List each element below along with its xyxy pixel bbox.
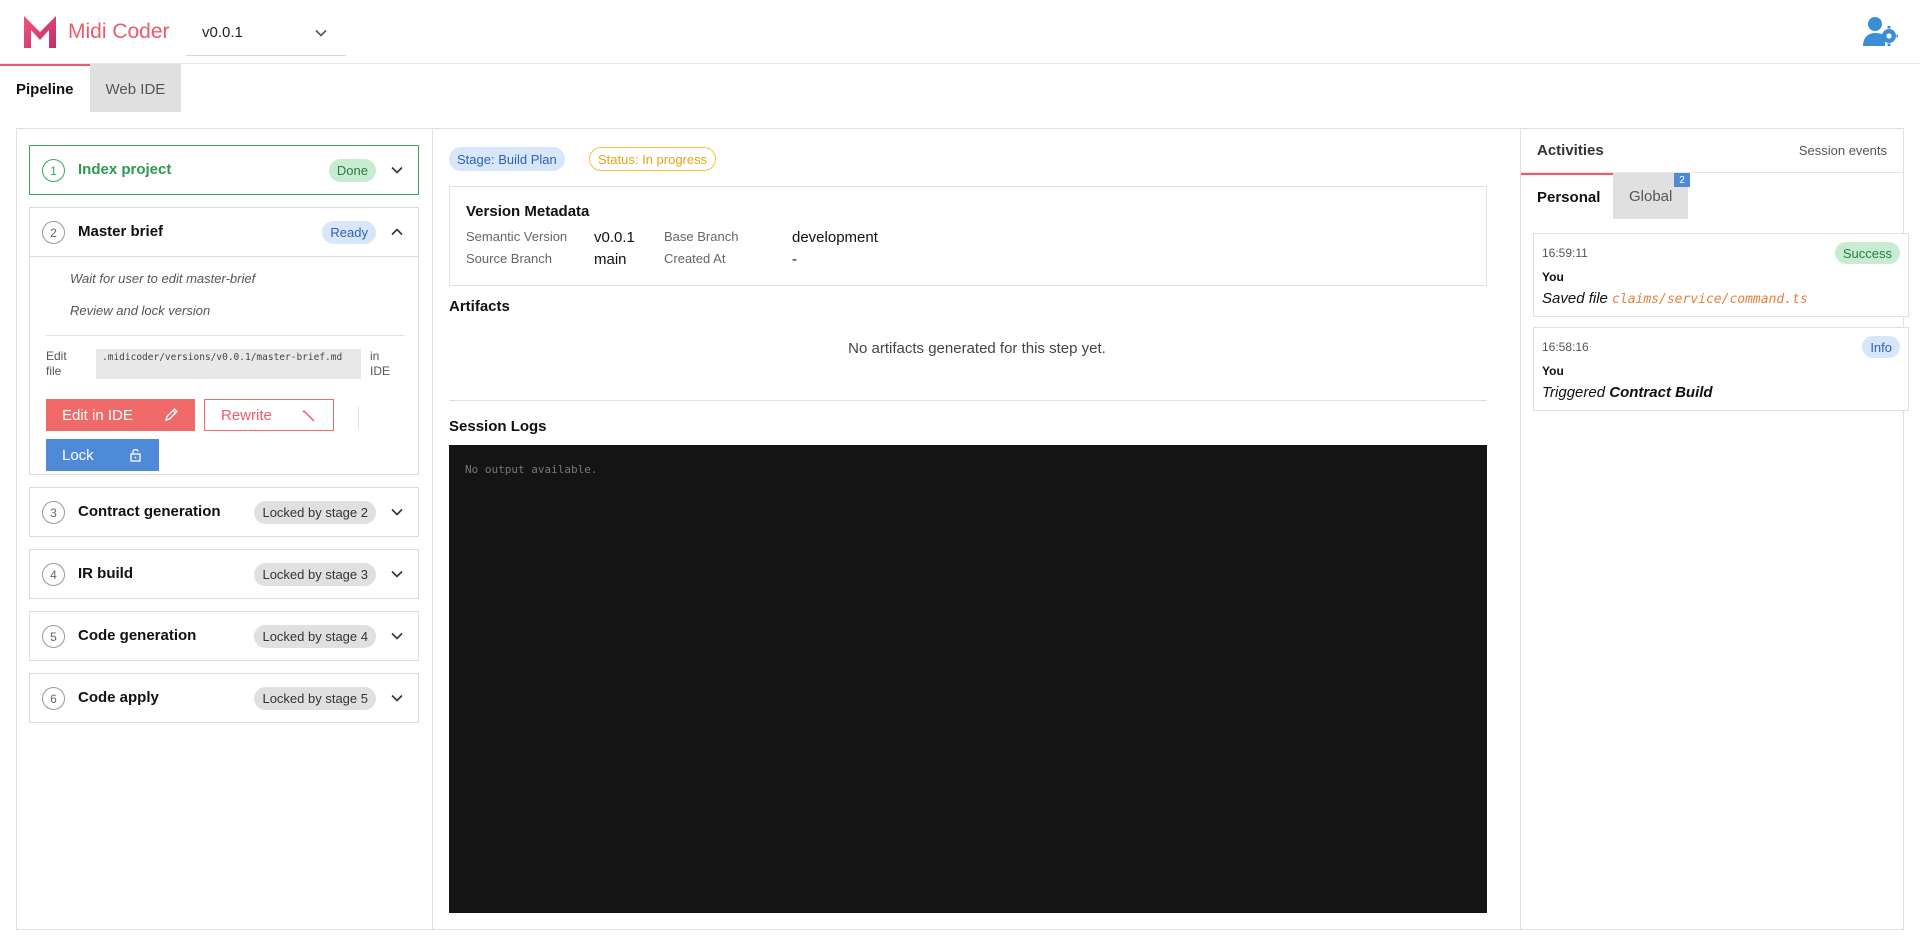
session-logs-title: Session Logs <box>449 418 547 435</box>
rewrite-button-label: Rewrite <box>221 406 272 424</box>
in-ide-label: in IDE <box>370 349 391 378</box>
session-logs-console[interactable]: No output available. <box>449 445 1487 913</box>
activity-action: Triggered <box>1542 384 1606 401</box>
status-badge: Locked by stage 2 <box>254 501 376 524</box>
pipeline-frame: 1 Index project Done 2 Master brief Read… <box>16 128 1909 930</box>
activity-actor: You <box>1542 270 1564 284</box>
status-badge: Locked by stage 4 <box>254 625 376 648</box>
edit-in-ide-button-label: Edit in IDE <box>62 406 133 424</box>
file-path: .midicoder/versions/v0.0.1/master-brief.… <box>96 349 361 379</box>
chevron-down-icon[interactable] <box>390 567 404 581</box>
status-badge: Info <box>1862 336 1900 358</box>
activity-item: 16:59:11 Success You Saved file claims/s… <box>1533 233 1909 317</box>
activity-actor: You <box>1542 364 1564 378</box>
status-badge: Locked by stage 5 <box>254 687 376 710</box>
activities-panel: Activities Session events Personal Globa… <box>1521 129 1909 929</box>
version-metadata-card: Version Metadata Semantic Version v0.0.1… <box>449 186 1487 286</box>
activity-time: 16:58:16 <box>1542 340 1589 354</box>
app-name: Midi Coder <box>68 20 170 43</box>
chevron-down-icon[interactable] <box>390 505 404 519</box>
status-badge: Ready <box>322 221 376 244</box>
console-output: No output available. <box>465 463 598 476</box>
activity-item: 16:58:16 Info You Triggered Contract Bui… <box>1533 327 1909 411</box>
magic-wand-icon <box>302 409 315 422</box>
version-select[interactable]: v0.0.1 <box>186 14 346 56</box>
stage-card-index-project[interactable]: 1 Index project Done <box>29 145 419 195</box>
top-bar: Midi Coder v0.0.1 <box>0 0 1920 64</box>
stage-number: 1 <box>42 159 65 182</box>
divider <box>46 335 404 336</box>
stage-title: Contract generation <box>78 503 221 520</box>
created-at-value: - <box>792 251 797 268</box>
lock-button[interactable]: Lock <box>46 439 159 471</box>
lock-icon <box>130 448 141 462</box>
global-count-badge: 2 <box>1674 173 1690 187</box>
stage-card-code-generation[interactable]: 5 Code generation Locked by stage 4 <box>29 611 419 661</box>
stage-number: 4 <box>42 563 65 586</box>
base-branch-label: Base Branch <box>664 229 739 244</box>
activity-target-file: claims/service/command.ts <box>1612 292 1808 307</box>
stage-card-code-apply[interactable]: 6 Code apply Locked by stage 5 <box>29 673 419 723</box>
version-select-value: v0.0.1 <box>202 24 243 41</box>
stage-title: Master brief <box>78 223 164 240</box>
main-tabs: Pipeline Web IDE <box>0 64 182 112</box>
activity-message: Triggered Contract Build <box>1542 384 1713 401</box>
edit-in-ide-button[interactable]: Edit in IDE <box>46 399 195 431</box>
task-item: Review and lock version <box>70 303 211 318</box>
stage-card-master-brief[interactable]: 2 Master brief Ready <box>29 207 419 257</box>
chevron-down-icon[interactable] <box>390 691 404 705</box>
activity-target: Contract Build <box>1609 384 1713 401</box>
activity-time: 16:59:11 <box>1542 246 1588 260</box>
stage-number: 3 <box>42 501 65 524</box>
stage-detail-panel: Stage: Build Plan Status: In progress Ve… <box>433 129 1521 929</box>
stage-pill: Stage: Build Plan <box>449 147 565 171</box>
lock-button-label: Lock <box>62 446 94 464</box>
stage-title: Index project <box>78 161 172 178</box>
master-brief-body: Wait for user to edit master-brief Revie… <box>29 257 419 475</box>
tab-web-ide[interactable]: Web IDE <box>89 64 182 112</box>
source-branch-label: Source Branch <box>466 251 552 266</box>
artifacts-title: Artifacts <box>449 298 510 315</box>
status-pill: Status: In progress <box>589 147 717 171</box>
semantic-version-label: Semantic Version <box>466 229 568 244</box>
semantic-version-value: v0.0.1 <box>594 229 635 246</box>
activities-header: Activities Session events <box>1521 129 1903 173</box>
user-settings-icon[interactable] <box>1862 14 1898 48</box>
artifacts-empty-message: No artifacts generated for this step yet… <box>848 340 1106 357</box>
activities-tabs: Personal Global <box>1521 173 1903 221</box>
stage-title: Code generation <box>78 627 197 644</box>
task-item: Wait for user to edit master-brief <box>70 271 256 286</box>
version-metadata-title: Version Metadata <box>466 203 590 220</box>
chevron-up-icon[interactable] <box>390 225 404 239</box>
status-badge: Locked by stage 3 <box>254 563 376 586</box>
activities-title: Activities <box>1537 142 1604 159</box>
activity-message: Saved file claims/service/command.ts <box>1542 290 1808 307</box>
divider <box>449 400 1487 401</box>
created-at-label: Created At <box>664 251 726 266</box>
source-branch-value: main <box>594 251 627 268</box>
divider <box>358 407 359 429</box>
base-branch-value: development <box>792 229 878 246</box>
edit-file-label: Edit file <box>46 349 67 378</box>
stage-card-ir-build[interactable]: 4 IR build Locked by stage 3 <box>29 549 419 599</box>
activities-subtitle: Session events <box>1798 143 1887 158</box>
chevron-down-icon[interactable] <box>390 163 404 177</box>
stage-card-contract-generation[interactable]: 3 Contract generation Locked by stage 2 <box>29 487 419 537</box>
tab-pipeline[interactable]: Pipeline <box>0 64 90 112</box>
stage-title: Code apply <box>78 689 159 706</box>
stage-number: 2 <box>42 221 65 244</box>
stage-title: IR build <box>78 565 133 582</box>
activity-action: Saved file <box>1542 290 1608 307</box>
stages-panel: 1 Index project Done 2 Master brief Read… <box>17 129 433 929</box>
stage-number: 5 <box>42 625 65 648</box>
pencil-icon <box>165 408 178 421</box>
status-badge: Success <box>1834 242 1900 264</box>
chevron-down-icon[interactable] <box>390 629 404 643</box>
status-badge: Done <box>328 159 376 182</box>
chevron-down-icon <box>315 29 327 37</box>
midi-coder-logo-icon[interactable] <box>22 14 58 50</box>
stage-number: 6 <box>42 687 65 710</box>
rewrite-button[interactable]: Rewrite <box>204 399 334 431</box>
tab-personal[interactable]: Personal <box>1521 173 1617 219</box>
